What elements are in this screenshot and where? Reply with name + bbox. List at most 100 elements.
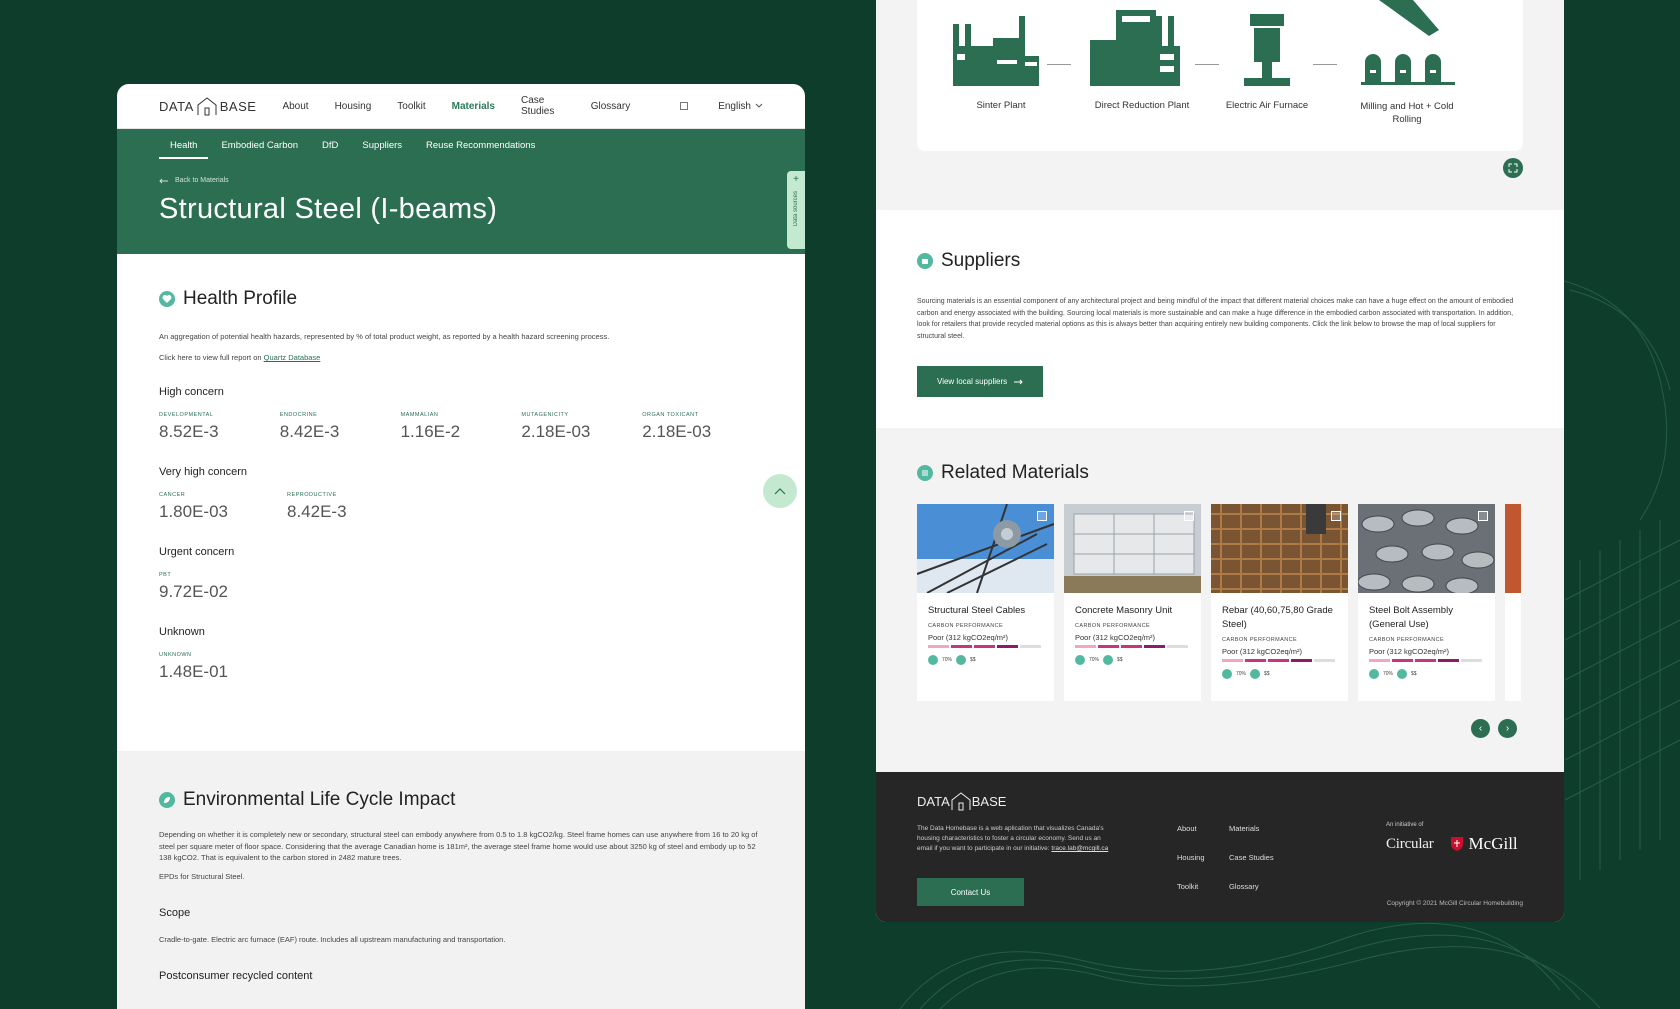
material-card-partial[interactable]	[1505, 504, 1521, 701]
metric-value: 8.52E-3	[159, 422, 219, 441]
material-card[interactable]: Structural Steel Cables CARBON PERFORMAN…	[917, 504, 1054, 701]
urgent-concern-metrics: PBT 9.72E-02	[159, 572, 763, 602]
health-profile-section: Health Profile An aggregation of potenti…	[117, 254, 805, 751]
compare-checkbox[interactable]	[1331, 511, 1341, 521]
environmental-impact-title: Environmental Life Cycle Impact	[183, 789, 456, 810]
metric-endocrine: ENDOCRINE 8.42E-3	[280, 412, 401, 442]
scroll-to-top-button[interactable]	[763, 474, 797, 508]
metric-value: 8.42E-3	[279, 422, 340, 441]
related-materials-section: Related Materials Structural Steel Cable…	[917, 462, 1523, 701]
material-card[interactable]: Rebar (40,60,75,80 Grade Steel) CARBON P…	[1211, 504, 1348, 701]
related-materials-title: Related Materials	[941, 462, 1089, 483]
metric-label: MAMMALIAN	[400, 412, 439, 418]
material-detail-page-continued: Sinter Plant Direct Reduction Plant Elec…	[876, 0, 1564, 922]
contact-us-button[interactable]: Contact Us	[917, 878, 1024, 906]
process-arrow	[1047, 64, 1071, 65]
metric-label: MUTAGENICITY	[521, 412, 569, 418]
back-link[interactable]: Back to Materials	[159, 177, 763, 184]
expand-diagram-button[interactable]	[1503, 158, 1523, 178]
nav-housing[interactable]: Housing	[335, 101, 372, 112]
footer-email-link[interactable]: trace.lab@mcgill.ca	[1051, 845, 1108, 852]
tab-embodied-carbon[interactable]: Embodied Carbon	[210, 140, 309, 159]
sinter-plant-icon	[953, 16, 1039, 86]
carbon-performance-bar	[928, 645, 1043, 648]
nav-about[interactable]: About	[282, 101, 308, 112]
high-concern-metrics: DEVELOPMENTAL 8.52E-3 ENDOCRINE 8.42E-3 MA…	[159, 412, 763, 442]
suppliers-paragraph: Sourcing materials is an essential compo…	[917, 298, 1514, 340]
initiative-label: An initiative of	[1386, 822, 1424, 828]
metric-label: PBT	[159, 572, 172, 578]
metric-value: 1.16E-2	[400, 422, 461, 441]
carbon-performance-value: Poor (312 kgCO2eq/m²)	[928, 633, 1009, 642]
epd-link[interactable]: EPDs for Structural Steel.	[159, 872, 763, 881]
footer-link-glossary[interactable]: Glossary	[1229, 882, 1289, 891]
metric-unknown: UNKNOWN 1.48E-01	[159, 652, 287, 682]
carousel-pager: ‹ ›	[1471, 719, 1517, 738]
suppliers-section: Suppliers Sourcing materials is an essen…	[876, 210, 1564, 428]
metric-value: 2.18E-03	[642, 422, 712, 441]
arrow-right-icon	[1014, 379, 1023, 384]
footer-logo[interactable]: DATA BASE	[917, 790, 1523, 812]
nav-glossary[interactable]: Glossary	[591, 101, 630, 112]
tab-reuse-recommendations[interactable]: Reuse Recommendations	[415, 140, 546, 159]
direct-reduction-plant-icon	[1090, 10, 1180, 86]
circular-logo[interactable]: Circular	[1386, 836, 1434, 853]
view-local-suppliers-button[interactable]: View local suppliers	[917, 366, 1044, 397]
metric-value: 1.80E-03	[159, 502, 228, 521]
compare-checkbox[interactable]	[1184, 511, 1194, 521]
metric-value: 8.42E-3	[287, 502, 347, 521]
cost-icon	[1250, 669, 1261, 679]
expand-icon	[1508, 163, 1518, 173]
material-name: Rebar (40,60,75,80 Grade Steel)	[1222, 605, 1333, 630]
compare-checkbox[interactable]	[1037, 511, 1047, 521]
store-icon	[917, 253, 933, 269]
material-detail-page: DATA BASE About Housing Toolkit Material…	[117, 84, 805, 1009]
tab-health[interactable]: Health	[159, 140, 209, 159]
view-local-suppliers-label: View local suppliers	[937, 377, 1008, 386]
carousel-prev-button[interactable]: ‹	[1471, 719, 1490, 738]
electric-arc-furnace-icon	[1244, 14, 1290, 86]
metric-mutagenicity: MUTAGENICITY 2.18E-03	[521, 412, 642, 442]
very-high-concern-metrics: CANCER 1.80E-03 REPRODUCTIVE 8.42E-3	[159, 492, 763, 522]
nav-materials[interactable]: Materials	[452, 101, 495, 112]
health-icon	[1075, 655, 1085, 665]
process-arrow	[1195, 64, 1219, 65]
step-milling-rolling: Milling and Hot + Cold Rolling	[1360, 101, 1454, 125]
cost-level: $$	[970, 657, 976, 663]
footer-link-case-studies[interactable]: Case Studies	[1229, 853, 1289, 862]
footer: DATA BASE The Data Homebase is a web apl…	[876, 772, 1564, 922]
rolling-mill-icon	[1361, 0, 1455, 85]
quartz-database-link[interactable]: Quartz Database	[264, 353, 321, 362]
carbon-performance-value: Poor (312 kgCO2eq/m²)	[1075, 633, 1156, 642]
logo[interactable]: DATA BASE	[159, 95, 256, 117]
chevron-down-icon	[755, 103, 763, 108]
rebar-image	[1211, 504, 1348, 593]
material-name: Structural Steel Cables	[928, 605, 1026, 616]
compare-checkbox[interactable]	[1478, 511, 1488, 521]
carousel-next-button[interactable]: ›	[1498, 719, 1517, 738]
footer-link-materials[interactable]: Materials	[1229, 824, 1289, 833]
material-card[interactable]: Steel Bolt Assembly (General Use) CARBON…	[1358, 504, 1495, 701]
related-materials-carousel: Structural Steel Cables CARBON PERFORMAN…	[917, 504, 1523, 701]
nav-toolkit[interactable]: Toolkit	[397, 101, 425, 112]
mcgill-logo[interactable]: McGill	[1450, 834, 1518, 854]
language-selector[interactable]: English	[654, 101, 763, 112]
metric-mammalian: MAMMALIAN 1.16E-2	[401, 412, 522, 442]
health-report-line: Click here to view full report on Quartz…	[159, 353, 763, 362]
steel-cables-image	[917, 504, 1054, 593]
carbon-performance-value: Poor (312 kgCO2eq/m²)	[1369, 647, 1450, 656]
data-sources-tab[interactable]: + Data sources	[787, 171, 805, 249]
metric-value: 2.18E-03	[521, 422, 591, 441]
health-icon	[1369, 669, 1379, 679]
page-title: Structural Steel (I-beams)	[159, 193, 498, 225]
nav-case-studies[interactable]: Case Studies	[521, 95, 565, 117]
footer-link-toolkit[interactable]: Toolkit	[1177, 882, 1229, 891]
footer-link-about[interactable]: About	[1177, 824, 1229, 833]
tab-suppliers[interactable]: Suppliers	[351, 140, 413, 159]
health-description: An aggregation of potential health hazar…	[159, 332, 610, 341]
footer-link-housing[interactable]: Housing	[1177, 853, 1229, 862]
copyright: Copyright © 2021 McGill Circular Homebui…	[1386, 900, 1523, 907]
tab-dfd[interactable]: DfD	[311, 140, 349, 159]
metric-label: CANCER	[159, 492, 186, 498]
material-card[interactable]: Concrete Masonry Unit CARBON PERFORMANCE…	[1064, 504, 1201, 701]
